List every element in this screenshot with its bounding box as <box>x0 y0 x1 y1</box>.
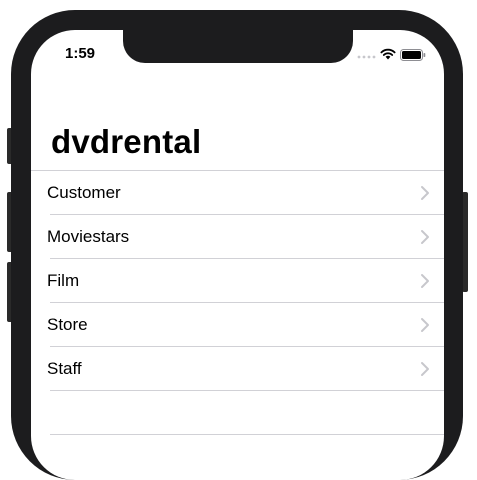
wifi-icon <box>380 48 396 60</box>
list-item-label: Customer <box>47 183 121 202</box>
list-item-label: Staff <box>47 359 82 378</box>
battery-icon <box>400 49 426 61</box>
chevron-right-icon <box>421 318 429 332</box>
list-item-label: Moviestars <box>47 227 130 246</box>
list-item-label: Film <box>47 271 80 290</box>
screen: 1:59 dvdrental Customer Moviestars Film … <box>31 30 444 480</box>
list-item-film[interactable]: Film <box>31 259 444 303</box>
status-time: 1:59 <box>65 45 96 62</box>
list-item-customer[interactable]: Customer <box>31 171 444 215</box>
list-item-label: Store <box>47 315 88 334</box>
page-title: dvdrental <box>51 123 202 160</box>
chevron-right-icon <box>421 230 429 244</box>
notch <box>123 30 353 63</box>
cellular-signal-icon <box>357 55 376 59</box>
row-separator <box>50 434 444 435</box>
menu-list: Customer Moviestars Film Store Staff <box>31 170 444 435</box>
empty-row <box>31 391 444 435</box>
list-item-store[interactable]: Store <box>31 303 444 347</box>
list-item-moviestars[interactable]: Moviestars <box>31 215 444 259</box>
chevron-right-icon <box>421 362 429 376</box>
chevron-right-icon <box>421 274 429 288</box>
list-item-staff[interactable]: Staff <box>31 347 444 391</box>
chevron-right-icon <box>421 186 429 200</box>
